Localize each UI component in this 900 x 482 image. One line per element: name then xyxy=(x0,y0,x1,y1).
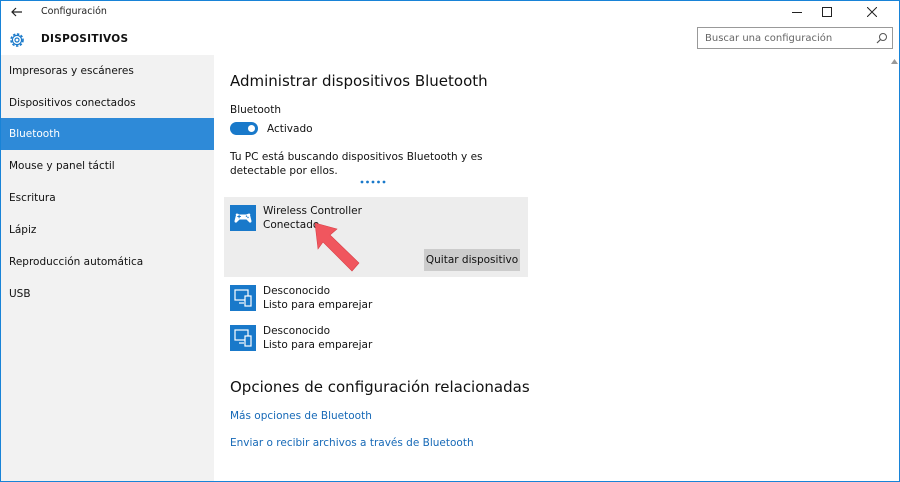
search-icon[interactable] xyxy=(876,32,888,44)
settings-window: Configuración DISPOSITIVOS Buscar una co… xyxy=(0,0,900,482)
link-send-receive-files[interactable]: Enviar o recibir archivos a través de Bl… xyxy=(230,437,474,449)
back-button[interactable] xyxy=(7,3,27,21)
device-status: Conectado xyxy=(263,219,320,231)
sidebar-item-pen[interactable]: Lápiz xyxy=(1,214,214,246)
device-icon xyxy=(230,325,256,351)
device-status: Listo para emparejar xyxy=(263,299,373,311)
bluetooth-label: Bluetooth xyxy=(230,104,281,116)
scrollbar[interactable] xyxy=(890,55,899,481)
remove-device-button[interactable]: Quitar dispositivo xyxy=(424,249,520,271)
minimize-button[interactable] xyxy=(782,1,812,23)
gear-icon xyxy=(10,33,24,47)
sidebar-item-printers[interactable]: Impresoras y escáneres xyxy=(1,55,214,87)
bluetooth-toggle[interactable] xyxy=(230,122,258,135)
close-icon xyxy=(867,7,877,17)
toggle-knob xyxy=(248,125,255,132)
device-name: Wireless Controller xyxy=(263,205,362,217)
device-icon xyxy=(230,285,256,311)
progress-dots xyxy=(360,180,386,184)
device-status: Listo para emparejar xyxy=(263,339,373,351)
page-header: DISPOSITIVOS Buscar una configuración xyxy=(1,23,899,55)
title-bar: Configuración xyxy=(1,1,899,23)
close-button[interactable] xyxy=(845,1,899,23)
maximize-button[interactable] xyxy=(812,1,842,23)
sidebar: Impresoras y escáneres Dispositivos cone… xyxy=(1,55,214,481)
sidebar-item-mouse[interactable]: Mouse y panel táctil xyxy=(1,150,214,182)
window-title: Configuración xyxy=(41,6,107,17)
sidebar-item-autoplay[interactable]: Reproducción automática xyxy=(1,246,214,278)
device-item-selected[interactable]: Wireless Controller Conectado Quitar dis… xyxy=(224,197,528,277)
scan-description: Tu PC está buscando dispositivos Bluetoo… xyxy=(230,151,483,177)
link-more-bluetooth-options[interactable]: Más opciones de Bluetooth xyxy=(230,410,372,422)
search-input[interactable]: Buscar una configuración xyxy=(705,33,832,44)
related-settings-title: Opciones de configuración relacionadas xyxy=(230,378,530,396)
page-title: DISPOSITIVOS xyxy=(41,33,129,45)
sidebar-item-usb[interactable]: USB xyxy=(1,278,214,310)
sidebar-item-typing[interactable]: Escritura xyxy=(1,182,214,214)
maximize-icon xyxy=(822,7,832,17)
toggle-state-label: Activado xyxy=(267,123,313,135)
minimize-icon xyxy=(792,12,802,13)
gamepad-icon xyxy=(230,205,256,231)
search-box[interactable]: Buscar una configuración xyxy=(697,27,893,49)
scroll-up-icon[interactable] xyxy=(891,59,898,64)
main-content: Administrar dispositivos Bluetooth Bluet… xyxy=(214,55,899,481)
section-title: Administrar dispositivos Bluetooth xyxy=(230,72,488,90)
device-name: Desconocido xyxy=(263,285,331,297)
sidebar-item-bluetooth[interactable]: Bluetooth xyxy=(1,118,214,150)
sidebar-item-connected-devices[interactable]: Dispositivos conectados xyxy=(1,87,214,119)
back-arrow-icon xyxy=(11,7,22,17)
device-name: Desconocido xyxy=(263,325,331,337)
